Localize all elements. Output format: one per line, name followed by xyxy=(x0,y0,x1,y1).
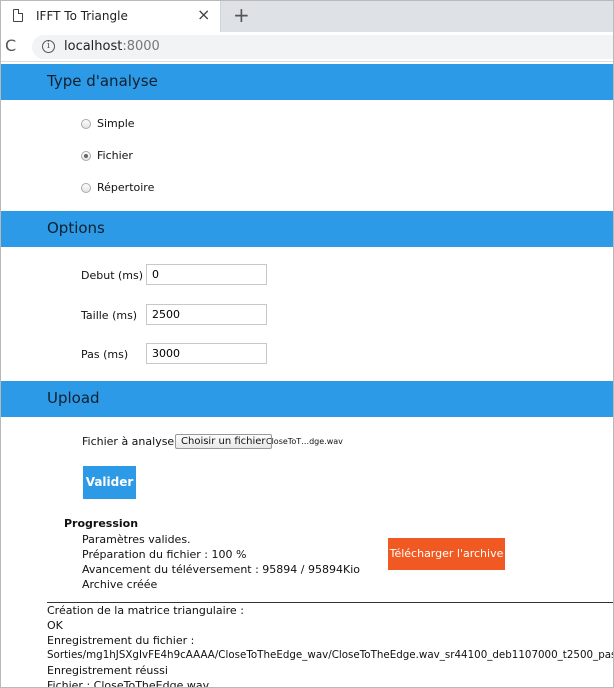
choose-file-button[interactable]: Choisir un fichier xyxy=(175,434,272,449)
log-line: Fichier : CloseToTheEdge.wav xyxy=(47,679,210,688)
address-bar[interactable]: i localhost:8000 xyxy=(32,35,613,59)
progress-line: Avancement du téléversement : 95894 / 95… xyxy=(82,563,360,576)
section-title-upload: Upload xyxy=(47,389,100,407)
log-line: Enregistrement du fichier : xyxy=(47,634,195,647)
section-header-upload: Upload xyxy=(1,381,613,417)
tab-strip: IFFT To Triangle × + xyxy=(1,1,613,32)
progress-title: Progression xyxy=(64,517,139,530)
download-archive-button[interactable]: Télécharger l'archive xyxy=(388,538,505,570)
section-header-options: Options xyxy=(1,211,613,247)
progress-line: Paramètres valides. xyxy=(82,533,191,546)
url-port: :8000 xyxy=(122,39,160,54)
submit-button[interactable]: Valider xyxy=(83,466,136,499)
section-title-options: Options xyxy=(47,219,105,237)
radio-button-selected[interactable] xyxy=(81,151,91,161)
file-label: Fichier à analyser xyxy=(82,435,179,448)
debut-label: Debut (ms) xyxy=(81,269,144,282)
reload-icon[interactable]: C xyxy=(5,36,16,55)
pas-input[interactable] xyxy=(146,343,267,364)
log-line: Sorties/mg1hJSXgIvFE4h9cAAAA/CloseToTheE… xyxy=(47,649,614,661)
radio-label-fichier: Fichier xyxy=(97,149,133,162)
url-text: localhost:8000 xyxy=(64,39,160,54)
taille-input[interactable] xyxy=(146,304,267,325)
selected-file-name: CloseToT…dge.wav xyxy=(266,437,343,446)
taille-label: Taille (ms) xyxy=(81,309,138,322)
pas-label: Pas (ms) xyxy=(81,348,129,361)
page-icon xyxy=(13,9,23,22)
log-line: OK xyxy=(47,619,63,632)
radio-button[interactable] xyxy=(81,119,91,129)
close-tab-icon[interactable]: × xyxy=(197,6,210,24)
tab-title: IFFT To Triangle xyxy=(36,9,128,23)
site-info-icon[interactable]: i xyxy=(42,40,55,53)
progress-line: Préparation du fichier : 100 % xyxy=(82,548,247,561)
log-line: Création de la matrice triangulaire : xyxy=(47,604,244,617)
url-host: localhost xyxy=(64,39,123,54)
section-title-type: Type d'analyse xyxy=(47,72,158,90)
radio-button[interactable] xyxy=(81,183,91,193)
browser-window: IFFT To Triangle × + C i localhost:8000 … xyxy=(0,0,614,688)
radio-label-repertoire: Répertoire xyxy=(97,181,155,194)
divider xyxy=(47,602,613,603)
browser-tab[interactable]: IFFT To Triangle × xyxy=(1,1,221,32)
progress-line: Archive créée xyxy=(82,578,158,591)
debut-input[interactable] xyxy=(146,264,267,285)
section-header-type: Type d'analyse xyxy=(1,64,613,100)
radio-label-simple: Simple xyxy=(97,117,135,130)
log-line: Enregistrement réussi xyxy=(47,664,168,677)
browser-toolbar: C i localhost:8000 xyxy=(1,32,613,62)
new-tab-icon[interactable]: + xyxy=(233,4,250,26)
